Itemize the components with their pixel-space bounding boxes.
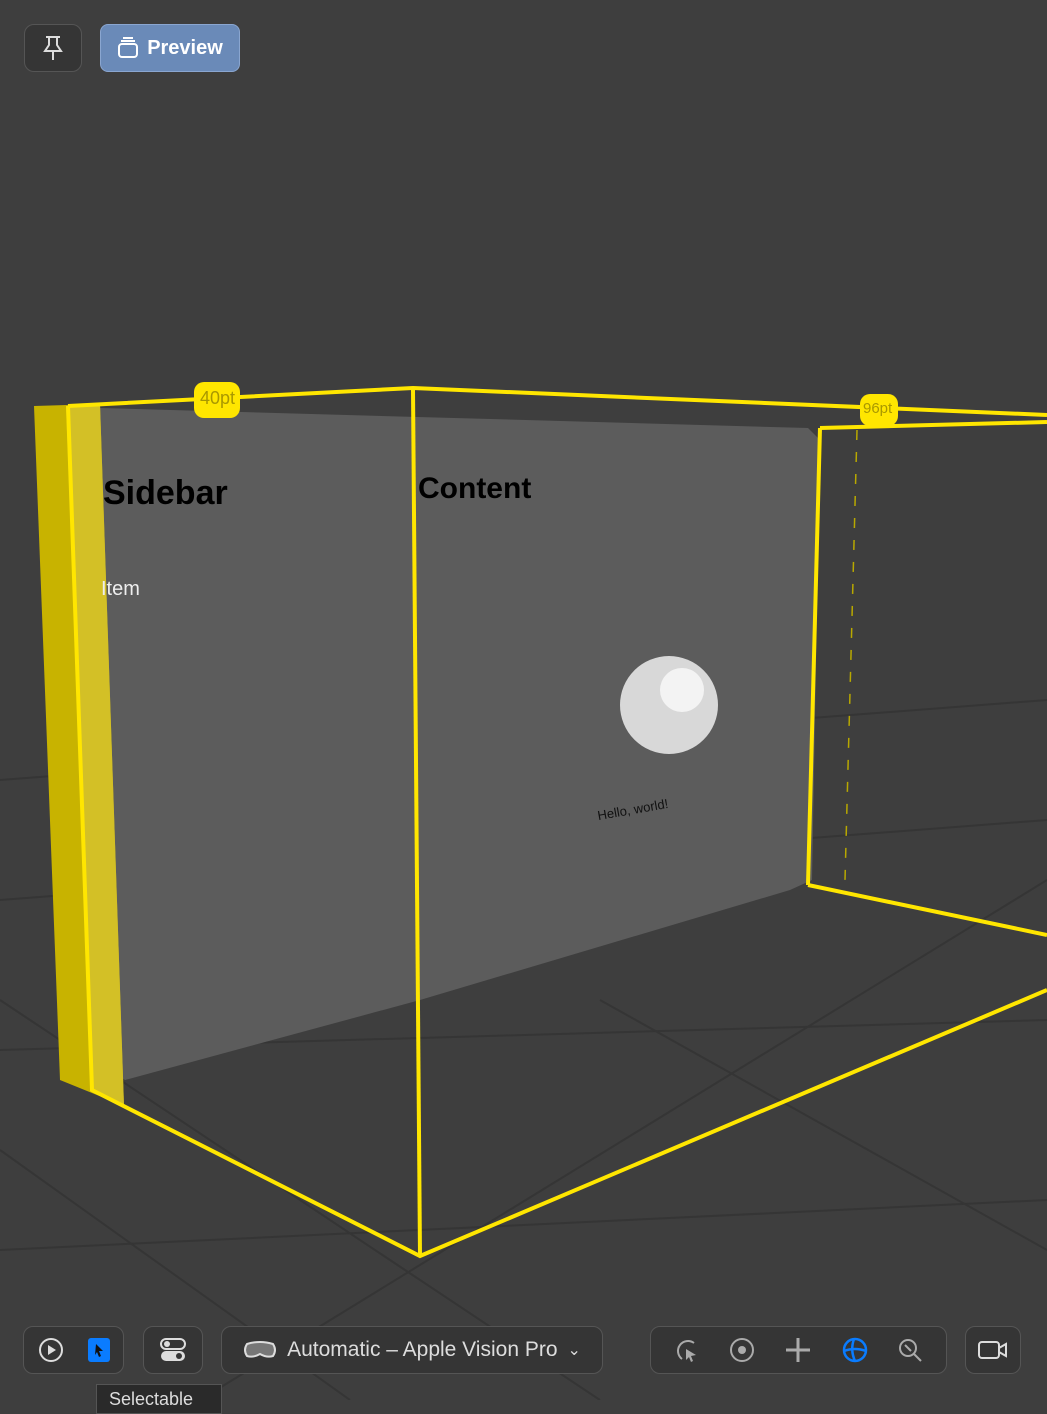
camera-button[interactable] bbox=[965, 1326, 1021, 1374]
pan-icon[interactable] bbox=[784, 1336, 812, 1364]
device-label: Automatic – Apple Vision Pro bbox=[287, 1338, 558, 1361]
chevron-down-icon: ⌄ bbox=[567, 1342, 581, 1359]
preview-button[interactable]: Preview bbox=[100, 24, 240, 72]
preview-icon bbox=[118, 37, 139, 58]
dimension-label-depth: 96pt bbox=[863, 400, 893, 417]
pin-icon bbox=[43, 36, 63, 60]
camera-tools bbox=[650, 1326, 947, 1374]
sidebar-item[interactable]: Item bbox=[101, 578, 140, 601]
mode-group bbox=[23, 1326, 124, 1374]
toggles-button[interactable] bbox=[143, 1326, 203, 1374]
device-selector[interactable]: Automatic – Apple Vision Pro ⌄ bbox=[221, 1326, 603, 1374]
play-circle-icon[interactable] bbox=[38, 1337, 64, 1363]
vision-pro-icon bbox=[244, 1341, 277, 1358]
video-camera-icon bbox=[978, 1341, 1007, 1359]
preview-label: Preview bbox=[147, 36, 223, 59]
dimension-label-width: 40pt bbox=[200, 388, 236, 408]
orbit-icon[interactable] bbox=[729, 1337, 755, 1363]
toggles-icon bbox=[160, 1338, 186, 1361]
rotate-cursor-icon[interactable] bbox=[674, 1337, 700, 1363]
sidebar-title: Sidebar bbox=[103, 474, 228, 512]
zoom-icon[interactable] bbox=[897, 1337, 923, 1363]
cursor-select-icon[interactable] bbox=[87, 1338, 110, 1362]
3d-canvas[interactable] bbox=[0, 0, 1047, 1400]
tooltip: Selectable bbox=[96, 1384, 222, 1414]
pin-button[interactable] bbox=[24, 24, 82, 72]
content-title: Content bbox=[418, 472, 532, 505]
globe-icon[interactable] bbox=[842, 1337, 868, 1363]
